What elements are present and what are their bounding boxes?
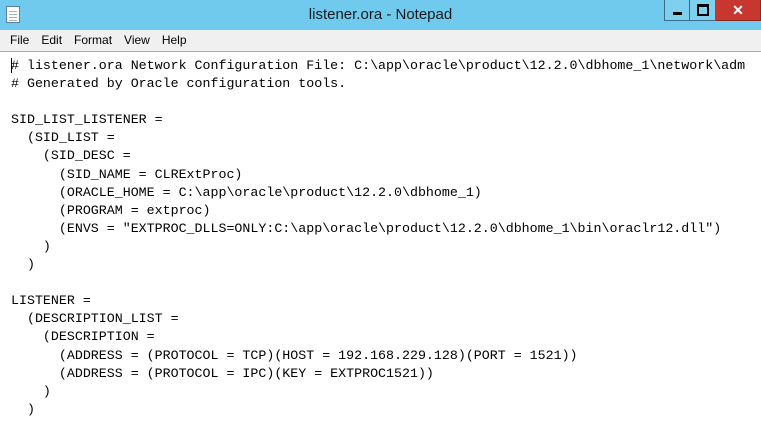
text-editor[interactable]: # listener.ora Network Configuration Fil… (0, 51, 761, 434)
minimize-icon (672, 11, 682, 15)
text-caret (11, 58, 12, 73)
close-button[interactable]: ✕ (716, 0, 761, 21)
menu-format[interactable]: Format (68, 30, 118, 51)
menu-help[interactable]: Help (156, 30, 193, 51)
menu-file[interactable]: File (0, 30, 35, 51)
close-icon: ✕ (732, 2, 744, 18)
title-bar[interactable]: listener.ora - Notepad ✕ (0, 0, 761, 30)
menu-bar: File Edit Format View Help (0, 30, 761, 51)
menu-view[interactable]: View (118, 30, 156, 51)
notepad-window: listener.ora - Notepad ✕ File Edit Forma… (0, 0, 761, 434)
window-title: listener.ora - Notepad (308, 6, 453, 23)
minimize-button[interactable] (664, 0, 690, 21)
editor-content[interactable]: # listener.ora Network Configuration Fil… (11, 57, 745, 419)
window-controls: ✕ (664, 0, 761, 21)
maximize-icon (696, 4, 709, 16)
maximize-button[interactable] (690, 0, 716, 21)
menu-edit[interactable]: Edit (35, 30, 68, 51)
